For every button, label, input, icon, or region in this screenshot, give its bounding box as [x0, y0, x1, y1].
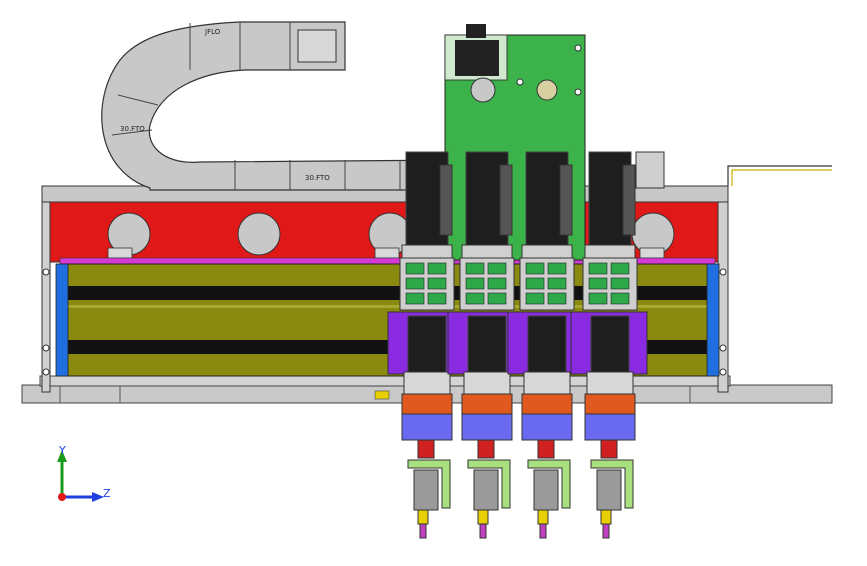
- coupling-housing: [403, 371, 451, 395]
- coupling-housing: [586, 371, 634, 395]
- cad-assembly-drawing: JFLO 30.FTO 30.FTO Y Z: [21, 21, 833, 539]
- terminal-connector: [588, 262, 608, 275]
- motor-bracket: [499, 164, 513, 236]
- chain-link-label: 30.FTO: [305, 174, 330, 182]
- terminal-connector: [525, 277, 545, 290]
- terminal-connector: [465, 262, 485, 275]
- chain-link-label: JFLO: [204, 28, 221, 36]
- x-axis-dot: [58, 493, 66, 501]
- motor-bracket: [622, 164, 636, 236]
- terminal-connector: [588, 277, 608, 290]
- motor-bracket: [439, 164, 453, 236]
- coordinate-triad: Y Z: [57, 444, 111, 502]
- terminal-connector: [405, 292, 425, 305]
- spindle-housing: [401, 413, 453, 441]
- gripper-body: [473, 469, 499, 511]
- z-axis-motor: [467, 315, 507, 373]
- z-axis-label: Z: [103, 487, 111, 500]
- mount-plate: [461, 244, 513, 260]
- spindle-coupling: [401, 393, 453, 415]
- terminal-connector: [487, 262, 507, 275]
- coupling-housing: [463, 371, 511, 395]
- terminal-connector: [610, 292, 630, 305]
- terminal-connector: [487, 277, 507, 290]
- terminal-connector: [427, 292, 447, 305]
- terminal-connector: [547, 277, 567, 290]
- terminal-connector: [487, 292, 507, 305]
- spindle-nozzle: [417, 439, 435, 459]
- terminal-connector: [610, 277, 630, 290]
- terminal-connector: [525, 262, 545, 275]
- motor-bracket: [559, 164, 573, 236]
- spindle-housing: [461, 413, 513, 441]
- coupling-housing: [523, 371, 571, 395]
- terminal-connector: [405, 277, 425, 290]
- gripper-tip: [479, 523, 487, 539]
- side-rod: [635, 151, 832, 189]
- spindle-coupling: [521, 393, 573, 415]
- terminal-connector: [427, 262, 447, 275]
- gripper-fitting: [417, 509, 429, 525]
- terminal-connector: [588, 292, 608, 305]
- terminal-connector: [610, 262, 630, 275]
- terminal-connector: [547, 262, 567, 275]
- chain-link-label: 30.FTO: [120, 125, 145, 133]
- y-axis-label: Y: [58, 444, 66, 457]
- spindle-housing: [584, 413, 636, 441]
- spindle-coupling: [584, 393, 636, 415]
- z-axis-motor: [407, 315, 447, 373]
- gripper-fitting: [600, 509, 612, 525]
- spindle-nozzle: [600, 439, 618, 459]
- mount-plate: [401, 244, 453, 260]
- gripper-body: [596, 469, 622, 511]
- spindle-coupling: [461, 393, 513, 415]
- gripper-tip: [419, 523, 427, 539]
- terminal-connector: [547, 292, 567, 305]
- terminal-connector: [427, 277, 447, 290]
- mount-plate: [584, 244, 636, 260]
- gripper-fitting: [537, 509, 549, 525]
- mount-plate: [521, 244, 573, 260]
- gripper-tip: [602, 523, 610, 539]
- cad-viewport[interactable]: JFLO 30.FTO 30.FTO Y Z: [0, 0, 867, 562]
- gripper-fitting: [477, 509, 489, 525]
- z-axis-motor: [590, 315, 630, 373]
- terminal-connector: [465, 292, 485, 305]
- gripper-body: [533, 469, 559, 511]
- terminal-connector: [525, 292, 545, 305]
- gripper-body: [413, 469, 439, 511]
- spindle-nozzle: [477, 439, 495, 459]
- spindle-nozzle: [537, 439, 555, 459]
- gripper-tip: [539, 523, 547, 539]
- terminal-connector: [405, 262, 425, 275]
- spindle-housing: [521, 413, 573, 441]
- z-axis-motor: [527, 315, 567, 373]
- terminal-connector: [465, 277, 485, 290]
